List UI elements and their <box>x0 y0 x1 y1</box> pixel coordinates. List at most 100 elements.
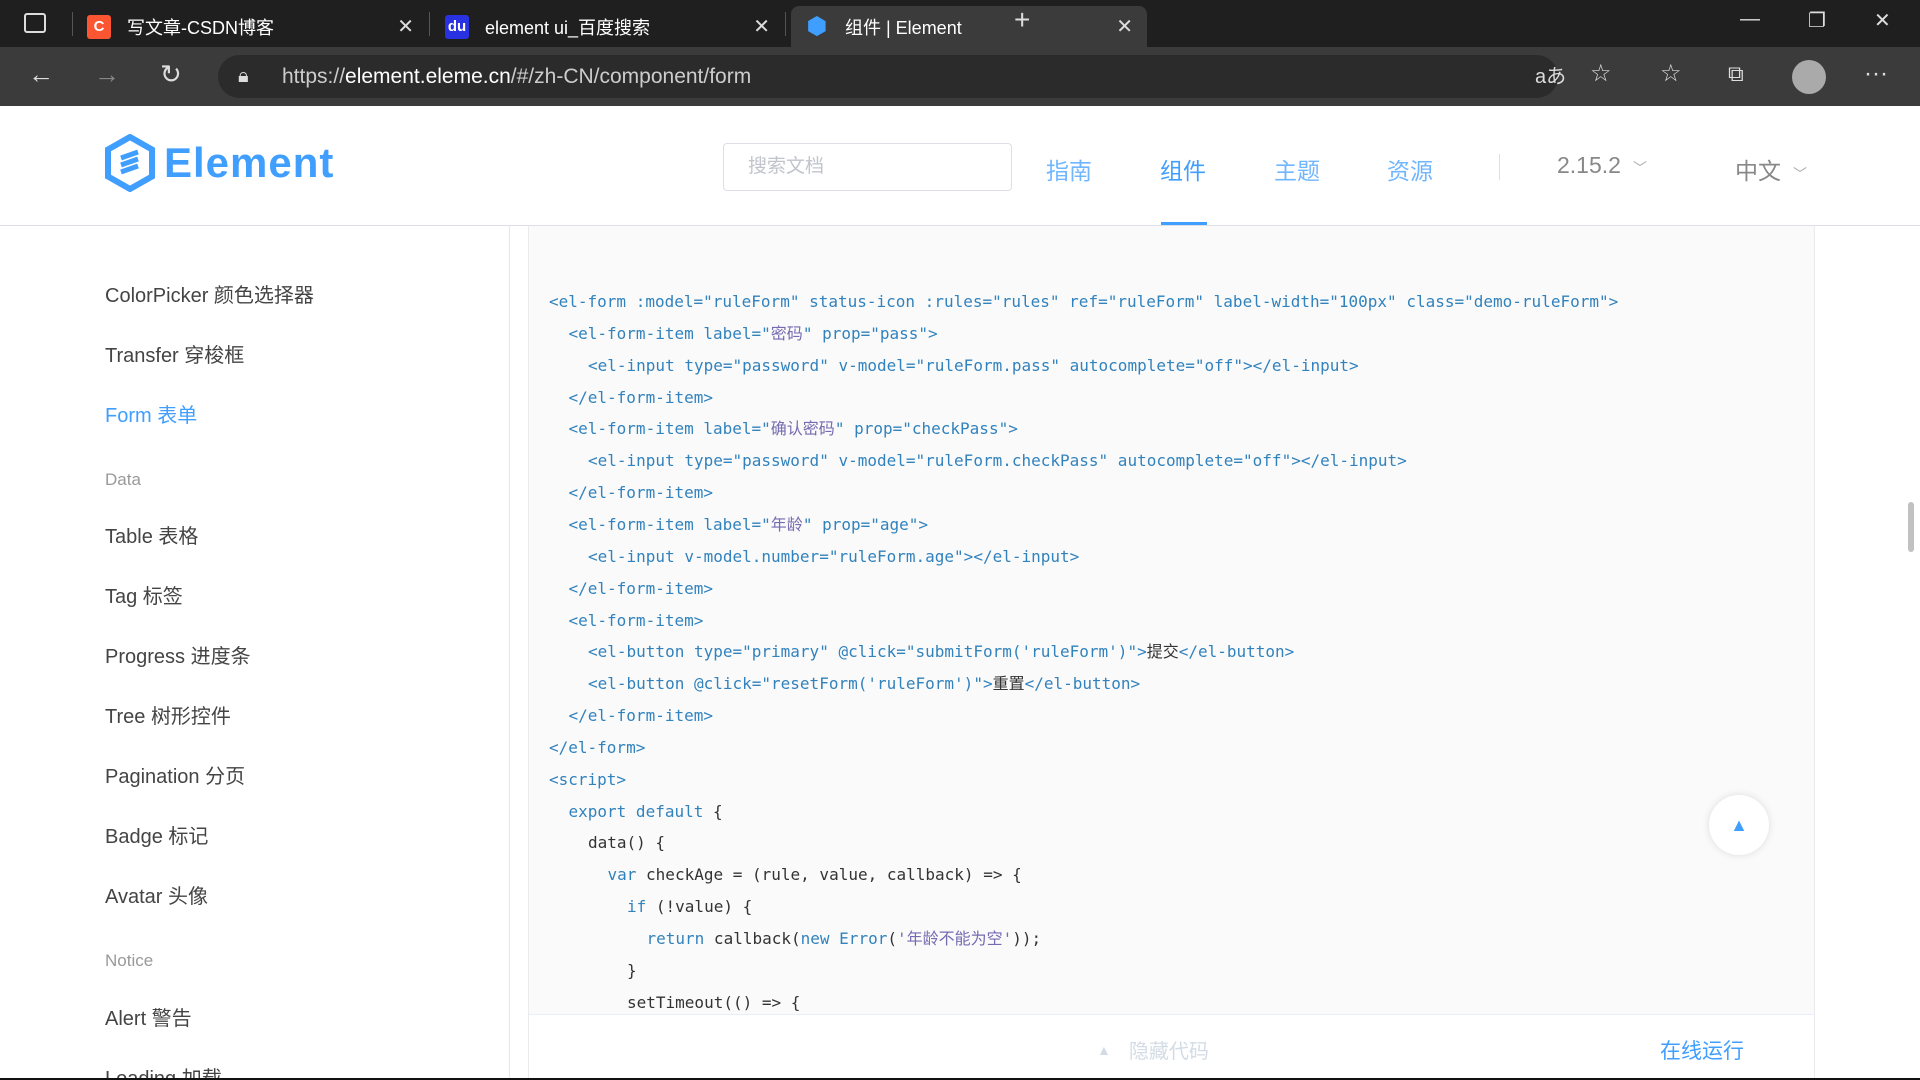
close-tab-icon[interactable]: ✕ <box>1116 14 1133 39</box>
add-favorite-icon[interactable]: ☆ <box>1590 59 1612 89</box>
sidebar-group-label: Notice <box>105 951 154 970</box>
browser-tab-bar: C 写文章-CSDN博客 ✕ du element ui_百度搜索 ✕ ⬢ 组件 | Elem… <box>0 0 1920 47</box>
code-token: } <box>627 960 637 980</box>
nav-component[interactable]: 组件 <box>1160 152 1206 186</box>
code-line: </el-form-item> <box>569 573 714 605</box>
code-line: } <box>627 955 637 987</box>
sidebar-item[interactable]: ColorPicker 颜色选择器 <box>105 279 314 308</box>
code-token: </el-form-item> <box>568 578 714 598</box>
nav-theme[interactable]: 主题 <box>1274 152 1320 186</box>
code-token: '年龄不能为空' <box>896 929 1013 948</box>
sidebar-item[interactable]: Badge 标记 <box>105 820 208 849</box>
sidebar-item[interactable]: Alert 警告 <box>105 1002 192 1031</box>
code-token: </el-form-item> <box>568 387 714 407</box>
profile-avatar[interactable] <box>1792 60 1826 94</box>
minimize-button[interactable]: — <box>1740 8 1760 31</box>
back-button[interactable]: ← <box>28 59 54 89</box>
caret-up-icon: ▲ <box>1730 814 1748 835</box>
forward-button[interactable]: → <box>94 59 120 89</box>
language-dropdown[interactable]: 中文 ﹀ <box>1735 152 1807 186</box>
sidebar-item[interactable]: Avatar 头像 <box>105 880 208 909</box>
code-token: <el-form-item> <box>568 610 704 630</box>
code-token: " prop="checkPass"> <box>834 419 1018 439</box>
code-line: return callback(new Error('年龄不能为空')); <box>647 923 1042 955</box>
code-token: <el-input type="password" v-model="ruleF… <box>588 355 1359 375</box>
divider <box>1499 154 1500 180</box>
sidebar-group-label: Data <box>105 470 141 489</box>
code-token: </el-form> <box>549 737 646 757</box>
url-text[interactable]: https://element.eleme.cn/#/zh-CN/compone… <box>282 65 751 89</box>
nav-resource[interactable]: 资源 <box>1387 152 1433 186</box>
demo-code-panel: <el-form :model="ruleForm" status-icon :… <box>528 226 1815 1080</box>
scrollbar-thumb[interactable] <box>1908 502 1914 552</box>
lock-icon[interactable]: 🔒︎ <box>238 61 249 91</box>
code-token: { <box>703 801 723 821</box>
code-line: </el-form-item> <box>569 477 714 509</box>
tab-title: 写文章-CSDN博客 <box>127 17 274 38</box>
more-menu-icon[interactable]: ··· <box>1864 59 1888 89</box>
element-logo[interactable]: Element <box>104 134 334 192</box>
code-token: <el-input v-model.number="ruleForm.age">… <box>588 546 1080 566</box>
code-token: </el-button> <box>1178 642 1295 662</box>
translate-icon[interactable]: aあ <box>1535 62 1566 92</box>
site-header: Element 指南 组件 主题 资源 2.15.2 ﹀ 中文 ﹀ <box>0 106 1920 226</box>
collections-icon[interactable]: ⧉ <box>1728 59 1744 89</box>
search-input[interactable] <box>723 143 1012 191</box>
code-token: <el-form-item label=" <box>568 514 771 534</box>
refresh-button[interactable]: ↻ <box>160 59 182 89</box>
code-token: <el-form :model="ruleForm" status-icon :… <box>549 292 1619 311</box>
sidebar-item[interactable]: Transfer 穿梭框 <box>105 339 244 368</box>
code-block: <el-form :model="ruleForm" status-icon :… <box>529 226 1814 1015</box>
code-token: <el-form-item label=" <box>568 323 771 343</box>
sidebar: ColorPicker 颜色选择器 Transfer 穿梭框 Form 表单 Data… <box>0 226 510 1080</box>
element-logo-icon <box>105 134 155 192</box>
code-token: 提交 <box>1146 642 1179 662</box>
code-token: <el-button type="primary" @click="submit… <box>588 642 1147 662</box>
code-token: setTimeout(() => { <box>627 992 801 1012</box>
code-line: <el-form :model="ruleForm" status-icon :… <box>549 286 1618 318</box>
code-line: </el-form-item> <box>569 382 714 414</box>
address-bar-row: ← → ↻ 🔒︎ https://element.eleme.cn/#/zh-C… <box>0 47 1920 106</box>
close-window-button[interactable]: ✕ <box>1874 8 1891 33</box>
divider <box>785 12 786 36</box>
active-nav-indicator <box>1161 222 1207 225</box>
browser-tab[interactable]: ⬢ 组件 | Element ✕ <box>791 6 1147 47</box>
sidebar-item[interactable]: Table 表格 <box>105 520 198 549</box>
back-to-top-button[interactable]: ▲ <box>1709 795 1769 855</box>
code-line: <el-input type="password" v-model="ruleF… <box>588 445 1407 477</box>
hide-code-button[interactable]: ▲ 隐藏代码 <box>1097 1035 1209 1064</box>
url-scheme: https:// <box>282 65 346 88</box>
sidebar-item[interactable]: Tag 标签 <box>105 580 183 609</box>
divider <box>429 12 430 36</box>
run-online-button[interactable]: 在线运行 <box>1660 1035 1744 1065</box>
tab-actions-icon[interactable] <box>24 13 46 33</box>
code-token: " prop="age"> <box>802 514 929 534</box>
sidebar-item[interactable]: Progress 进度条 <box>105 640 251 669</box>
sidebar-item[interactable]: Form 表单 <box>105 399 197 428</box>
code-token: callback( <box>704 929 801 948</box>
code-token: <script> <box>549 769 627 789</box>
code-token: if <box>627 897 647 917</box>
code-line: <el-form-item> <box>569 605 704 637</box>
close-tab-icon[interactable]: ✕ <box>753 14 770 39</box>
sidebar-item[interactable]: Tree 树形控件 <box>105 700 231 729</box>
code-token: checkAge = (rule, value, callback) => { <box>636 865 1022 885</box>
code-line: <script> <box>549 764 626 796</box>
close-tab-icon[interactable]: ✕ <box>397 14 414 39</box>
favorites-icon[interactable]: ☆ <box>1660 59 1682 89</box>
baidu-paw-icon: du <box>445 14 469 39</box>
tab-title: element ui_百度搜索 <box>485 17 651 38</box>
browser-tab[interactable]: du element ui_百度搜索 ✕ <box>431 6 784 47</box>
browser-tab[interactable]: C 写文章-CSDN博客 ✕ <box>73 6 428 47</box>
version-dropdown[interactable]: 2.15.2 ﹀ <box>1557 152 1647 179</box>
nav-guide[interactable]: 指南 <box>1046 152 1092 186</box>
element-logo-icon: ⬢ <box>806 13 828 40</box>
code-token: Error <box>839 929 888 948</box>
restore-button[interactable]: ❐ <box>1808 8 1826 33</box>
sidebar-item[interactable]: Pagination 分页 <box>105 760 245 789</box>
new-tab-button[interactable]: + <box>1014 4 1030 36</box>
code-line: <el-input v-model.number="ruleForm.age">… <box>588 541 1079 573</box>
version-label: 2.15.2 <box>1557 152 1621 178</box>
code-line: </el-form> <box>549 732 645 764</box>
code-token: var <box>607 865 637 885</box>
